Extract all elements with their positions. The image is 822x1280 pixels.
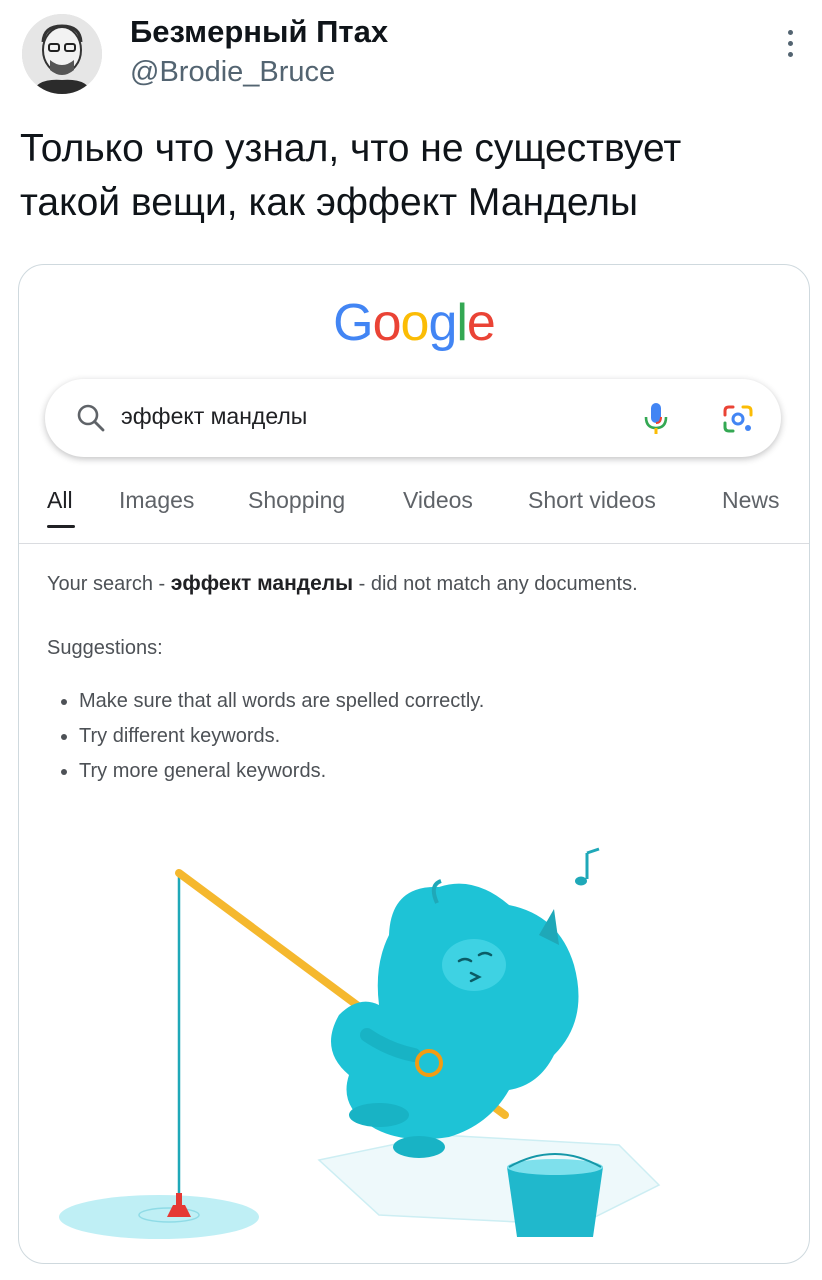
logo-letter: o — [400, 294, 430, 352]
no-results-query: эффект манделы — [170, 572, 354, 595]
ice-hole — [59, 1195, 259, 1239]
logo-letter: G — [333, 294, 373, 352]
suggestions-list: Make sure that all words are spelled cor… — [47, 684, 787, 789]
bucket — [507, 1153, 603, 1237]
logo-letter: o — [372, 294, 402, 352]
more-options-icon[interactable] — [780, 30, 800, 64]
music-note-icon — [575, 847, 600, 886]
user-handle[interactable]: @Brodie_Bruce — [130, 56, 335, 89]
microphone-icon[interactable] — [641, 401, 671, 437]
tab-images[interactable]: Images — [119, 487, 194, 514]
tweet-media-image[interactable]: Google эффект манделы All Images Shoppin… — [18, 264, 810, 1264]
tab-news[interactable]: News — [722, 487, 780, 514]
no-results-message: Your search - эффект манделы - did not m… — [47, 567, 787, 601]
suggestions-title: Suggestions: — [47, 637, 163, 659]
no-results-suffix: - did not match any documents. — [353, 573, 638, 595]
active-tab-indicator — [47, 525, 75, 528]
no-results-panel: Your search - эффект манделы - did not m… — [47, 567, 787, 789]
search-icon — [77, 404, 105, 432]
avatar-portrait-icon — [22, 14, 102, 94]
display-name[interactable]: Безмерный Птах — [130, 14, 388, 50]
fishing-creature-illustration — [59, 847, 661, 1239]
tab-short-videos[interactable]: Short videos — [528, 487, 656, 514]
avatar[interactable] — [22, 14, 102, 94]
google-lens-icon[interactable] — [721, 403, 755, 435]
search-tabs: All Images Shopping Videos Short videos … — [19, 487, 809, 544]
tweet-text-line-2: такой вещи, как эффект Манделы — [20, 181, 639, 224]
tweet-text: Только что узнал, что не существует тако… — [20, 122, 800, 230]
creature-body — [331, 883, 579, 1140]
tab-shopping[interactable]: Shopping — [248, 487, 345, 514]
no-results-prefix: Your search - — [47, 573, 171, 595]
google-logo: Google — [19, 293, 809, 353]
logo-letter: e — [466, 294, 496, 352]
suggestion-item: Make sure that all words are spelled cor… — [79, 684, 787, 719]
tweet-text-line-1: Только что узнал, что не существует — [20, 127, 682, 170]
logo-letter: g — [428, 294, 457, 352]
search-bar[interactable]: эффект манделы — [45, 379, 781, 457]
suggestion-item: Try different keywords. — [79, 719, 787, 754]
tab-all[interactable]: All — [47, 487, 73, 514]
logo-letter: l — [456, 294, 468, 352]
tab-videos[interactable]: Videos — [403, 487, 473, 514]
search-input[interactable]: эффект манделы — [121, 403, 307, 430]
suggestion-item: Try more general keywords. — [79, 754, 787, 789]
